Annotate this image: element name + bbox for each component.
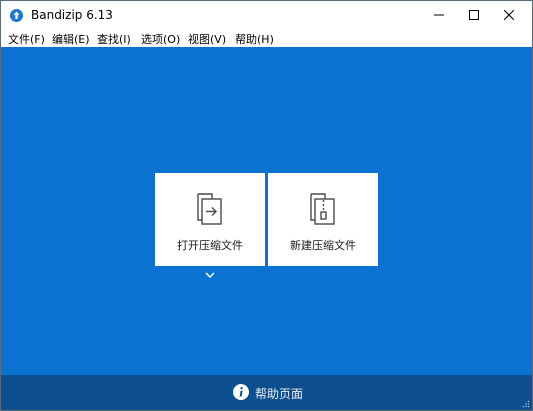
- menu-help[interactable]: 帮助(H): [235, 31, 274, 47]
- menu-options[interactable]: 选项(O): [141, 31, 180, 47]
- info-icon: [233, 384, 249, 400]
- window-title: Bandizip 6.13: [31, 8, 113, 22]
- minimize-button[interactable]: [421, 1, 457, 30]
- new-archive-icon: [310, 193, 335, 225]
- new-archive-label: 新建压缩文件: [290, 239, 356, 252]
- menu-find[interactable]: 查找(I): [97, 31, 131, 47]
- bandizip-logo-icon: [10, 9, 23, 22]
- close-icon: [504, 10, 514, 20]
- close-button[interactable]: [491, 1, 527, 30]
- open-archive-button[interactable]: 打开压缩文件: [155, 173, 265, 266]
- menu-view[interactable]: 视图(V): [188, 31, 226, 47]
- help-bar[interactable]: 帮助页面: [1, 375, 532, 410]
- menu-file[interactable]: 文件(F): [8, 31, 45, 47]
- open-archive-label: 打开压缩文件: [177, 239, 243, 252]
- title-bar[interactable]: Bandizip 6.13: [1, 1, 532, 30]
- maximize-icon: [469, 10, 479, 20]
- help-page-link[interactable]: 帮助页面: [255, 385, 303, 402]
- resize-grip-icon[interactable]: [522, 400, 530, 408]
- menu-bar: 文件(F) 编辑(E) 查找(I) 选项(O) 视图(V) 帮助(H): [1, 30, 532, 47]
- start-panel: 打开压缩文件 新建压缩文件: [1, 47, 532, 375]
- new-archive-button[interactable]: 新建压缩文件: [268, 173, 378, 266]
- open-archive-icon: [197, 193, 222, 225]
- menu-edit[interactable]: 编辑(E): [52, 31, 90, 47]
- app-window: Bandizip 6.13 文件(F) 编辑(E) 查找(I) 选项(O) 视图…: [0, 0, 533, 411]
- maximize-button[interactable]: [456, 1, 492, 30]
- chevron-down-icon[interactable]: [204, 271, 216, 279]
- minimize-icon: [434, 14, 444, 16]
